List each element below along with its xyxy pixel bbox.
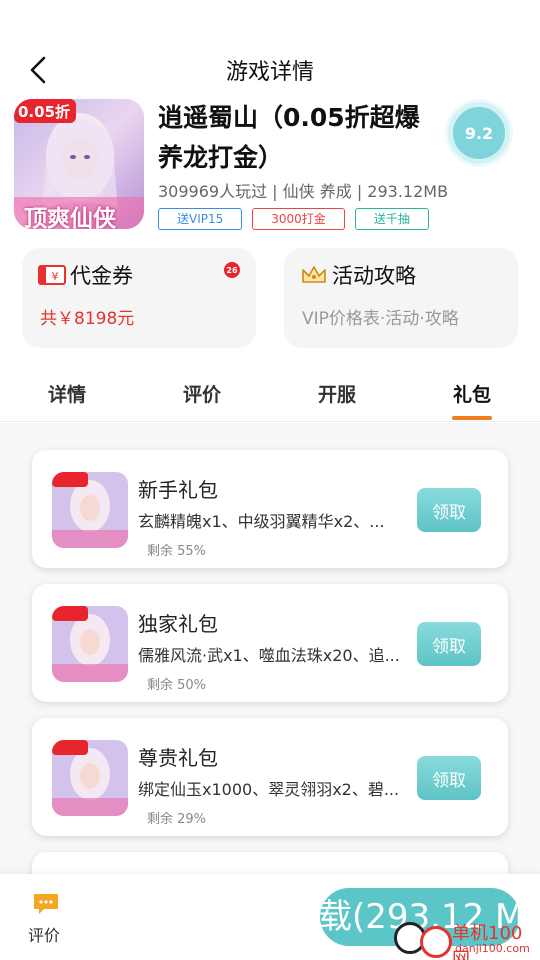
gift-item: 独家礼包 儒雅风流·武x1、噬血法珠x20、追... 剩余 50% 领取	[32, 584, 508, 702]
voucher-card[interactable]: ¥ 代金券 26 共￥8198元	[22, 248, 256, 348]
page-title: 游戏详情	[225, 60, 314, 85]
game-tags: 送VIP15 3000打金 送千抽	[158, 208, 429, 230]
tab-details[interactable]: 详情	[27, 380, 107, 407]
watermark-sub: danji100.com	[455, 942, 530, 955]
top-nav: 游戏详情	[0, 40, 540, 96]
tab-servers[interactable]: 开服	[297, 380, 377, 407]
svg-text:¥: ¥	[52, 270, 59, 283]
game-meta: 309969人玩过 | 仙侠 养成 | 293.12MB	[158, 182, 449, 201]
voucher-title: 代金券	[70, 264, 133, 288]
voucher-icon: ¥	[38, 265, 66, 285]
activity-subtitle: VIP价格表·活动·攻略	[302, 309, 459, 329]
detail-tabs: 详情 评价 开服 礼包	[0, 370, 540, 422]
comment-icon[interactable]	[32, 892, 60, 916]
icon-caption: 顶爽仙侠	[24, 206, 116, 229]
game-detail-page: 游戏详情 0.05折 顶爽仙侠 逍遥蜀山（0.05折超爆养龙打金） 309969…	[0, 0, 540, 960]
gift-desc: 绑定仙玉x1000、翠灵翎羽x2、碧...	[138, 780, 400, 799]
voucher-count-badge: 26	[224, 262, 240, 278]
gift-game-icon	[52, 472, 128, 548]
game-icon: 0.05折 顶爽仙侠	[14, 99, 144, 229]
gift-desc: 儒雅风流·武x1、噬血法珠x20、追...	[138, 646, 400, 665]
claim-button[interactable]: 领取	[417, 622, 481, 666]
gift-item: 尊贵礼包 绑定仙玉x1000、翠灵翎羽x2、碧... 剩余 29% 领取	[32, 718, 508, 836]
gift-remain: 剩余 55%	[147, 544, 207, 559]
gift-list: 新手礼包 玄麟精魄x1、中级羽翼精华x2、... 剩余 55% 领取 独家礼包 …	[0, 423, 540, 912]
gift-desc: 玄麟精魄x1、中级羽翼精华x2、...	[138, 512, 385, 531]
icon-discount-label: 0.05折	[18, 103, 71, 121]
gift-name: 新手礼包	[138, 478, 218, 502]
crown-icon	[302, 266, 326, 283]
tag-gold: 3000打金	[252, 208, 345, 230]
game-title: 逍遥蜀山（0.05折超爆养龙打金）	[158, 103, 420, 172]
gift-game-icon	[52, 606, 128, 682]
gift-name: 尊贵礼包	[138, 746, 218, 770]
score-badge: 9.2	[448, 102, 510, 164]
watermark-logo-ring	[420, 926, 452, 958]
tab-gifts[interactable]: 礼包	[432, 380, 512, 407]
active-tab-indicator	[452, 416, 492, 420]
gift-remain: 剩余 50%	[147, 678, 207, 693]
gift-game-icon	[52, 740, 128, 816]
tag-draw: 送千抽	[354, 208, 429, 230]
tab-reviews[interactable]: 评价	[162, 380, 242, 407]
claim-button[interactable]: 领取	[417, 756, 481, 800]
claim-button[interactable]: 领取	[417, 488, 481, 532]
comment-label[interactable]: 评价	[28, 922, 60, 946]
gift-item: 新手礼包 玄麟精魄x1、中级羽翼精华x2、... 剩余 55% 领取	[32, 450, 508, 568]
tag-vip: 送VIP15	[158, 208, 243, 230]
voucher-total: 共￥8198元	[40, 309, 135, 329]
gift-remain: 剩余 29%	[147, 812, 207, 827]
activity-title: 活动攻略	[332, 264, 416, 288]
gift-name: 独家礼包	[138, 612, 218, 636]
activity-card[interactable]: 活动攻略 VIP价格表·活动·攻略	[284, 248, 518, 348]
